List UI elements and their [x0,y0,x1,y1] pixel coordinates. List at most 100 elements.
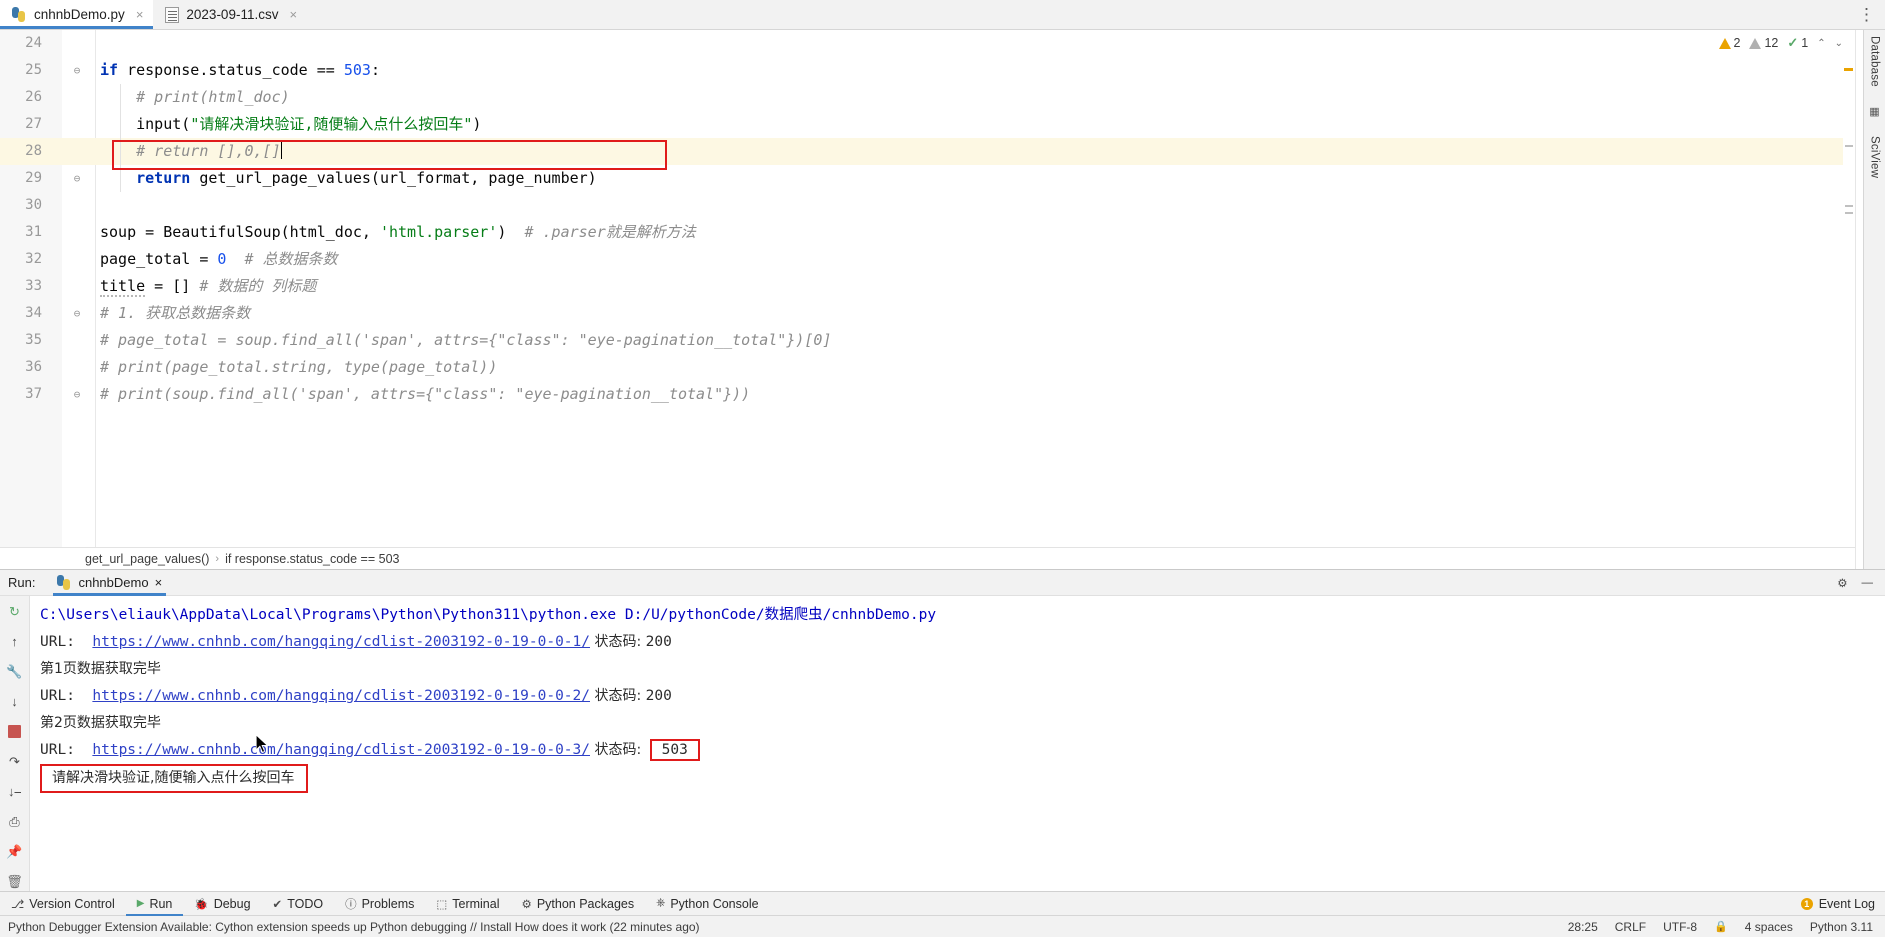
code-line[interactable]: 34 ⊖ # 1. 获取总数据条数 [0,300,1855,327]
code-line[interactable]: 29 ⊖ return get_url_page_values(url_forma… [0,165,1855,192]
minimize-icon[interactable]: — [1862,577,1874,589]
run-config-tab[interactable]: cnhnbDemo × [49,570,170,596]
status-item[interactable]: 28:25 [1568,920,1598,934]
more-actions-icon[interactable]: ⋮ [1858,6,1875,23]
status-bar-right: 28:25 CRLF UTF-8 🔒 4 spaces Python 3.11 [1568,920,1885,934]
gear-icon[interactable]: ⚙ [1837,576,1847,590]
clear-all-button[interactable]: 🗑 [5,872,24,891]
bottom-tab-debug[interactable]: 🐞 Debug [183,892,261,916]
editor-scrollbar[interactable] [1843,30,1855,547]
code-line[interactable]: 28 # return [],0,[] [0,138,1855,165]
status-item[interactable]: Python 3.11 [1810,920,1873,934]
bottom-tab-terminal[interactable]: ⬚ Terminal [425,892,510,916]
fold-marker-icon[interactable]: ⊖ [70,57,84,84]
console-hyperlink[interactable]: https://www.cnhnb.com/hangqing/cdlist-20… [92,742,590,758]
bottom-tab-todo[interactable]: ✔ TODO [262,892,335,916]
run-icon: ▶ [136,898,145,909]
code-line[interactable]: 31 soup = BeautifulSoup(html_doc, 'html.p… [0,219,1855,246]
settings-wrench-button[interactable]: 🔧 [5,662,24,681]
warning-count[interactable]: 2 [1718,36,1740,50]
console-url-line: URL: https://www.cnhnb.com/hangqing/cdli… [40,629,1885,656]
line-content: page_total = 0 # 总数据条数 [100,250,338,268]
run-console-output[interactable]: C:\Users\eliauk\AppData\Local\Programs\P… [30,596,1885,891]
line-content: if response.status_code == 503: [100,61,380,79]
run-header-actions: ⚙ — [1837,576,1885,590]
lock-icon: 🔒 [1714,921,1728,933]
branch-icon: ⎇ [11,898,25,911]
grid-icon[interactable]: ▦ [1869,105,1879,118]
code-line[interactable]: 33 title = [] # 数据的 列标题 [0,273,1855,300]
code-editor[interactable]: 24 25 ⊖ if response.status_code == 503: 26 #… [0,30,1855,547]
event-log-label: Event Log [1818,896,1875,911]
line-content: # 1. 获取总数据条数 [100,304,251,322]
code-line[interactable]: 32 page_total = 0 # 总数据条数 [0,246,1855,273]
status-item[interactable]: 4 spaces [1745,920,1793,934]
console-text-line: 第2页数据获取完毕 [40,715,161,731]
run-label: Run: [8,575,36,590]
bottom-tab-label: Debug [213,896,251,911]
code-line[interactable]: 36 # print(page_total.string, type(page_t… [0,354,1855,381]
breadcrumb-item-function[interactable]: get_url_page_values() [85,552,209,566]
chevron-up-icon[interactable]: ⌃ [1817,38,1825,49]
chevron-down-icon[interactable]: ⌄ [1835,38,1843,49]
fold-marker-icon[interactable]: ⊖ [70,165,84,192]
editor-tab-cnhnbdemo[interactable]: cnhnbDemo.py × [0,0,154,29]
inspection-widget[interactable]: 2 12 ✓ 1 ⌃ ⌄ [1718,35,1843,51]
scroll-to-end-button[interactable]: ↓⎯ [5,782,24,801]
rerun-button[interactable]: ↻ [5,602,24,621]
status-item[interactable]: UTF-8 [1663,920,1697,934]
check-count[interactable]: ✓ 1 [1787,35,1808,51]
breadcrumb: get_url_page_values() › if response.stat… [0,547,1855,569]
scrollbar-marker [1845,145,1853,147]
status-item[interactable]: CRLF [1615,920,1646,934]
fold-marker-icon[interactable]: ⊖ [70,381,84,408]
editor-area: 24 25 ⊖ if response.status_code == 503: 26 #… [0,30,1855,569]
bottom-tab-version-control[interactable]: ⎇ Version Control [0,892,126,916]
code-line[interactable]: 26 # print(html_doc) [0,84,1855,111]
code-line[interactable]: 24 [0,30,1855,57]
weak-warning-count[interactable]: 12 [1749,36,1778,50]
status-code-label: 状态码: [590,634,646,650]
pin-button[interactable]: 📌 [5,842,24,861]
up-stack-button[interactable]: ↑ [5,632,24,651]
sidebar-item-sciview[interactable]: SciView [1869,136,1881,178]
line-number: 32 [25,251,42,267]
breadcrumb-separator: › [215,552,220,565]
line-number: 29 [25,170,42,186]
line-content: # page_total = soup.find_all('span', att… [100,331,832,349]
soft-wrap-button[interactable]: ↷ [5,752,24,771]
close-icon[interactable]: × [136,7,144,22]
bottom-tab-run[interactable]: ▶ Run [125,892,184,916]
bottom-tab-problems[interactable]: ⓘ Problems [334,892,425,916]
code-line[interactable]: 35 # page_total = soup.find_all('span', a… [0,327,1855,354]
print-button[interactable]: ⎙ [5,812,24,831]
editor-tab-csv[interactable]: 2023-09-11.csv × [153,0,307,29]
code-line[interactable]: 27 input("请解决滑块验证,随便输入点什么按回车") [0,111,1855,138]
problems-icon: ⓘ [345,898,357,911]
code-line[interactable]: 37 ⊖ # print(soup.find_all('span', attrs={… [0,381,1855,408]
close-icon[interactable]: × [155,575,163,590]
line-number: 37 [25,386,42,402]
code-line[interactable]: 25 ⊖ if response.status_code == 503: [0,57,1855,84]
stop-button[interactable] [5,722,24,741]
bottom-tab-label: Python Console [670,896,759,911]
sidebar-item-database[interactable]: Database [1869,36,1881,87]
console-hyperlink[interactable]: https://www.cnhnb.com/hangqing/cdlist-20… [92,634,590,650]
line-content: title = [] # 数据的 列标题 [100,277,317,297]
bottom-tab-label: Version Control [29,896,115,911]
line-number: 24 [25,35,42,51]
console-input-prompt[interactable]: 请解决滑块验证,随便输入点什么按回车 [40,764,1885,793]
down-stack-button[interactable]: ↓ [5,692,24,711]
close-icon[interactable]: × [289,7,297,22]
line-number: 35 [25,332,42,348]
code-line[interactable]: 30 [0,192,1855,219]
status-code-value: 503 [649,739,700,761]
bottom-tab-python-console[interactable]: ⎈ Python Console [645,892,769,916]
bottom-tab-python-packages[interactable]: ⚙ Python Packages [511,892,646,916]
line-content: # return [],0,[] [100,138,1855,165]
breadcrumb-item-statement[interactable]: if response.status_code == 503 [225,552,399,566]
event-log-button[interactable]: 1 Event Log [1800,896,1885,911]
run-config-label: cnhnbDemo [78,575,149,590]
console-hyperlink[interactable]: https://www.cnhnb.com/hangqing/cdlist-20… [92,688,590,704]
fold-marker-icon[interactable]: ⊖ [70,300,84,327]
